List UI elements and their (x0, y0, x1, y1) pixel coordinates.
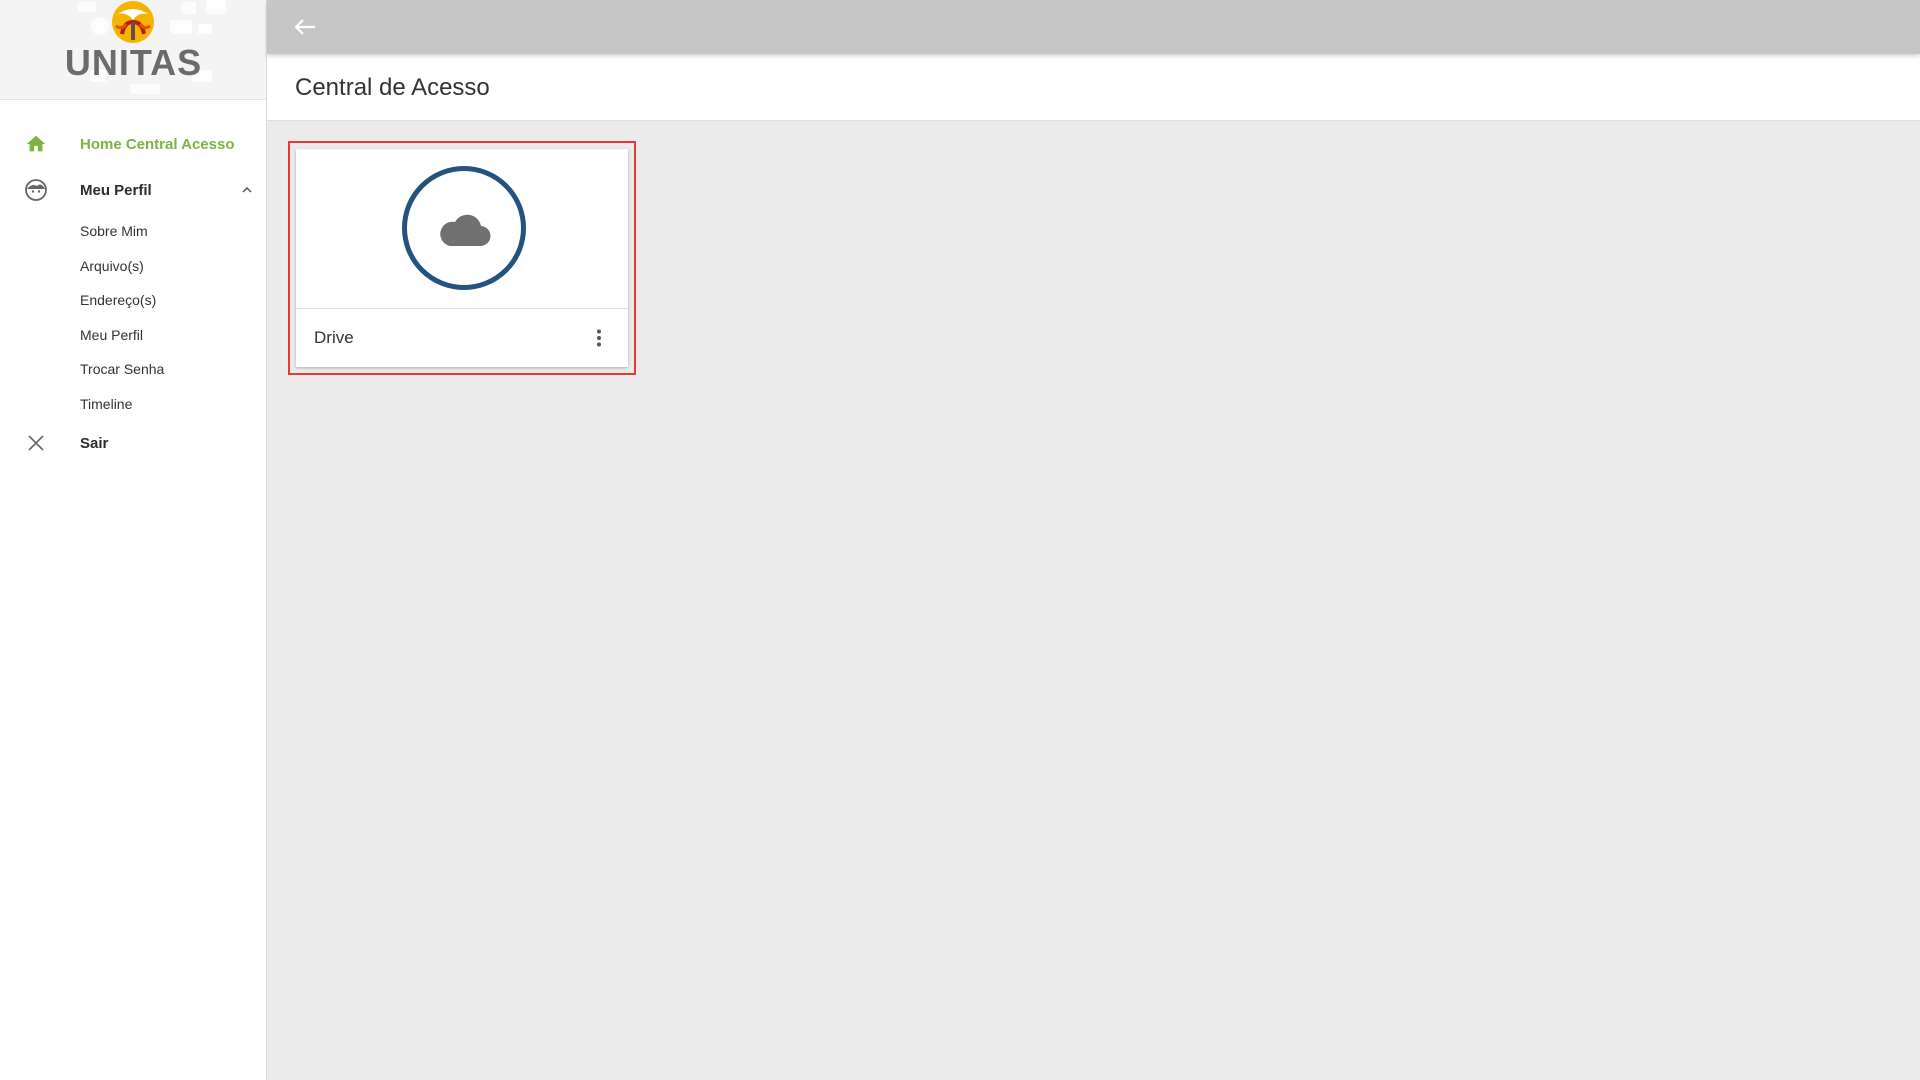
more-vert-icon[interactable] (588, 327, 610, 349)
sidebar-subitem-enderecos[interactable]: Endereço(s) (0, 283, 267, 318)
sidebar: UNITAS Home Central Acesso Meu Perfil So… (0, 0, 267, 1080)
sidebar-item-label: Home Central Acesso (80, 135, 235, 153)
sidebar-item-home-central-acesso[interactable]: Home Central Acesso (0, 124, 267, 164)
sidebar-item-label: Sair (80, 434, 109, 452)
sidebar-subitem-sobre-mim[interactable]: Sobre Mim (0, 214, 267, 249)
face-icon (24, 178, 48, 202)
sidebar-submenu-meu-perfil: Sobre Mim Arquivo(s) Endereço(s) Meu Per… (0, 210, 267, 423)
sidebar-item-label: Meu Perfil (80, 181, 152, 199)
sidebar-subitem-timeline[interactable]: Timeline (0, 387, 267, 422)
card-media (296, 149, 628, 309)
logo-area: UNITAS (0, 0, 266, 100)
arrow-back-icon[interactable] (291, 13, 319, 41)
card-highlight-frame: Drive (288, 141, 636, 375)
sidebar-subitem-meu-perfil[interactable]: Meu Perfil (0, 318, 267, 353)
page-header: Central de Acesso (267, 54, 1920, 121)
sidebar-subitem-arquivos[interactable]: Arquivo(s) (0, 249, 267, 284)
cloud-icon (440, 214, 491, 247)
unitas-logo-icon (112, 1, 154, 43)
drive-card[interactable]: Drive (296, 149, 628, 367)
sidebar-item-meu-perfil[interactable]: Meu Perfil (0, 170, 267, 210)
card-title: Drive (314, 328, 354, 347)
close-icon (24, 431, 48, 455)
sidebar-subitem-trocar-senha[interactable]: Trocar Senha (0, 352, 267, 387)
brand-name: UNITAS (64, 42, 203, 83)
page-title: Central de Acesso (295, 74, 490, 101)
top-app-bar (267, 0, 1920, 54)
drive-icon-ring (402, 166, 526, 290)
sidebar-nav: Home Central Acesso Meu Perfil Sobre Mim… (0, 124, 267, 463)
chevron-up-icon[interactable] (239, 182, 255, 198)
sidebar-item-sair[interactable]: Sair (0, 423, 267, 463)
home-icon (24, 132, 48, 156)
card-footer: Drive (296, 309, 628, 367)
